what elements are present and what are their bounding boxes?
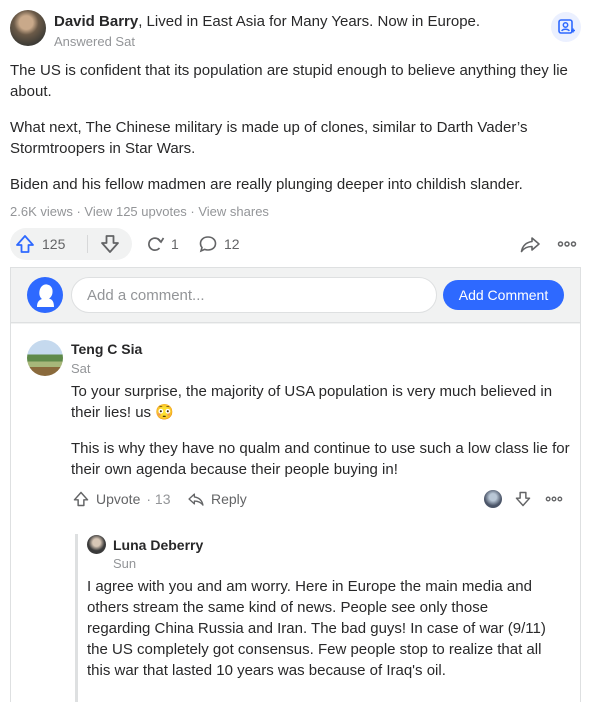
commenter-avatar[interactable]: [27, 340, 63, 376]
upvote-arrow-icon: [73, 491, 89, 507]
comment-more-button[interactable]: [545, 489, 563, 509]
more-options-button[interactable]: [557, 228, 577, 260]
author-line: David Barry, Lived in East Asia for Many…: [54, 12, 480, 32]
follow-button[interactable]: [551, 12, 581, 42]
answer-paragraph: The US is confident that its population …: [10, 62, 568, 100]
upvote-count: 125: [42, 236, 66, 252]
comment-paragraph: To your surprise, the majority of USA po…: [71, 383, 553, 421]
comments-button[interactable]: 12: [198, 228, 240, 260]
author-name[interactable]: David Barry: [54, 13, 138, 30]
author-credential: , Lived in East Asia for Many Years. Now…: [138, 13, 481, 30]
comment-input[interactable]: Add a comment...: [71, 277, 437, 313]
share-link-button[interactable]: [519, 228, 541, 260]
share-arrow-icon: [520, 237, 540, 253]
comment-input-placeholder: Add a comment...: [87, 286, 205, 304]
vote-divider: [87, 235, 88, 253]
comment-upvote-count: · 13: [146, 491, 171, 507]
comment-downvote-button[interactable]: [514, 489, 532, 509]
more-dots-icon: [545, 496, 563, 502]
comment-date[interactable]: Sat: [71, 361, 91, 376]
commenter-avatar[interactable]: [87, 535, 106, 554]
answer-paragraph: Biden and his fellow madmen are really p…: [10, 176, 523, 193]
comment-bubble-icon: [199, 236, 217, 253]
upvote-arrow-icon: [16, 235, 34, 253]
follow-user-icon: [558, 19, 575, 34]
upvoter-avatar[interactable]: [484, 490, 502, 508]
reply-label: Reply: [211, 491, 247, 507]
reply-thread-line: [75, 534, 78, 702]
upvote-button[interactable]: 125: [14, 228, 65, 260]
default-user-icon: [37, 284, 54, 307]
more-dots-icon: [557, 241, 577, 247]
answer-stats[interactable]: 2.6K views · View 125 upvotes · View sha…: [10, 204, 269, 219]
comment-paragraph: I agree with you and am worry. Here in E…: [87, 578, 546, 679]
downvote-arrow-icon: [101, 235, 119, 253]
commenter-name[interactable]: Teng C Sia: [71, 341, 142, 357]
answered-date[interactable]: Answered Sat: [54, 34, 135, 49]
answer-paragraph: What next, The Chinese military is made …: [10, 119, 528, 157]
comment-upvote-button[interactable]: Upvote · 13: [72, 489, 170, 509]
comment-date[interactable]: Sun: [113, 556, 136, 571]
comment-paragraph: This is why they have no qualm and conti…: [71, 440, 570, 478]
current-user-avatar: [27, 277, 63, 313]
author-avatar[interactable]: [10, 10, 46, 46]
reply-button[interactable]: Reply: [187, 489, 247, 509]
share-count: 1: [171, 236, 179, 252]
reshare-icon: [148, 237, 165, 251]
downvote-button[interactable]: [99, 228, 121, 260]
share-button[interactable]: 1: [145, 228, 179, 260]
add-comment-button[interactable]: Add Comment: [443, 280, 564, 310]
reply-arrow-icon: [188, 493, 204, 506]
commenter-name[interactable]: Luna Deberry: [113, 537, 203, 553]
upvote-label: Upvote: [96, 491, 141, 507]
downvote-arrow-icon: [515, 491, 531, 507]
comment-count: 12: [224, 236, 240, 252]
